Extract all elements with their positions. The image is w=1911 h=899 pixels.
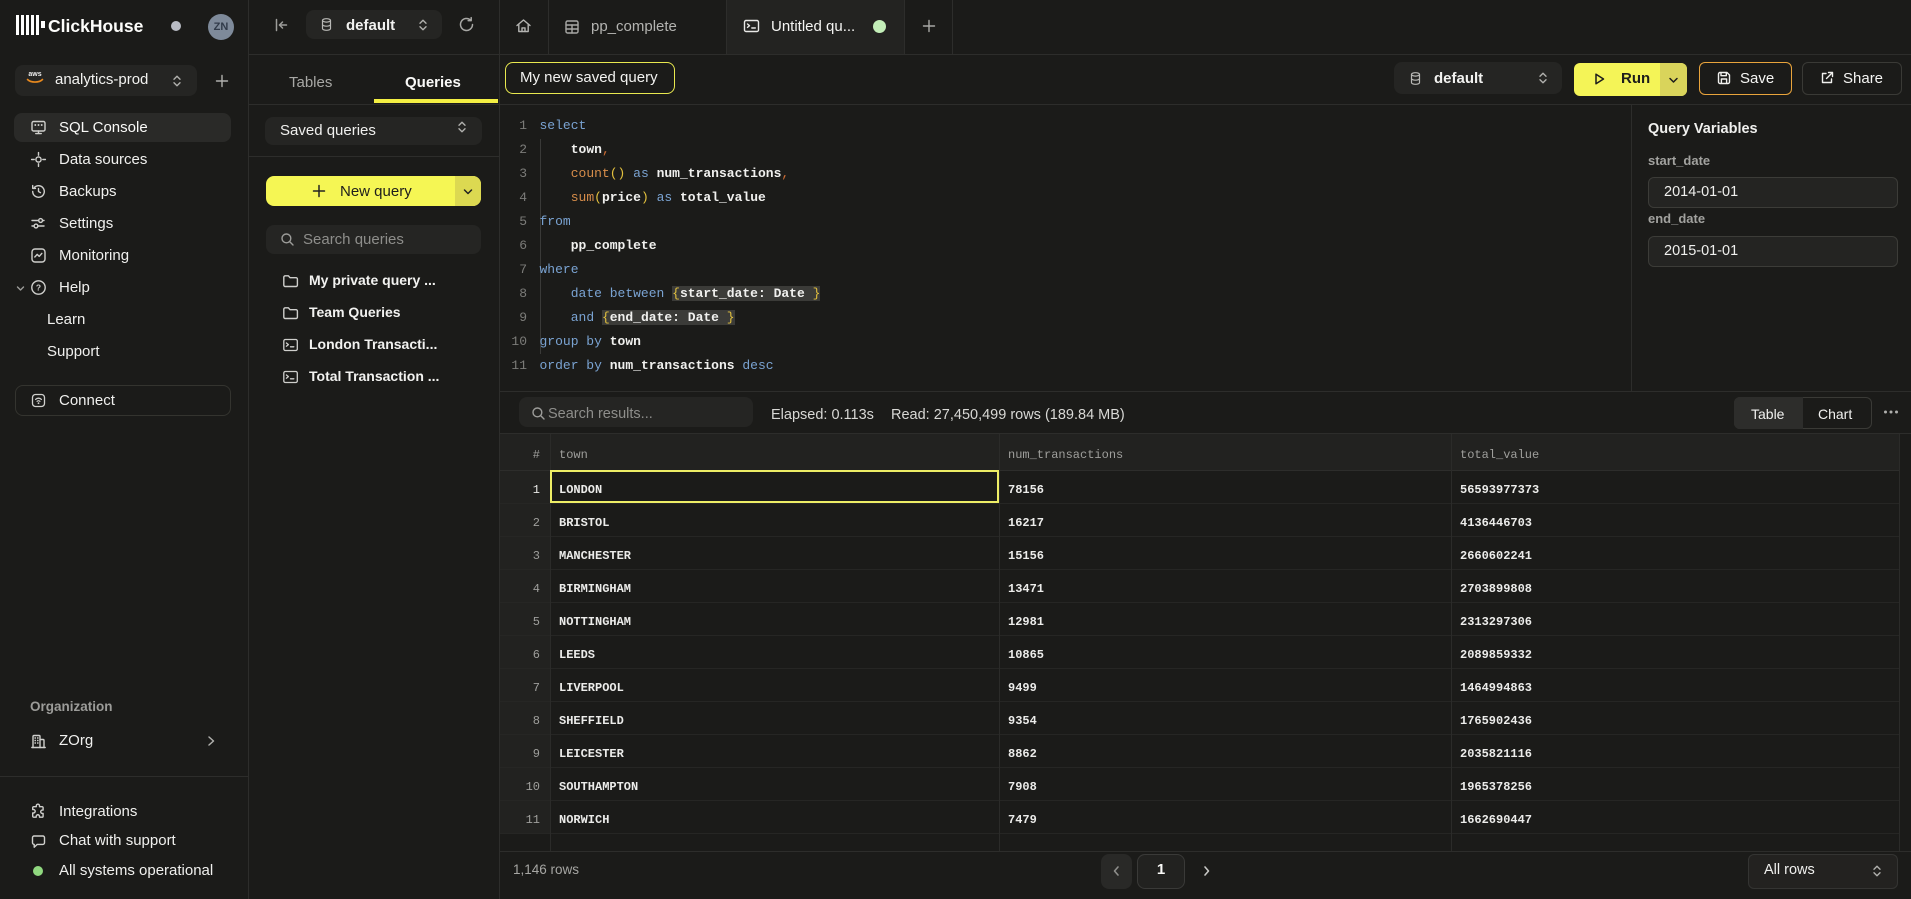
svg-text:?: ? [36, 282, 41, 292]
